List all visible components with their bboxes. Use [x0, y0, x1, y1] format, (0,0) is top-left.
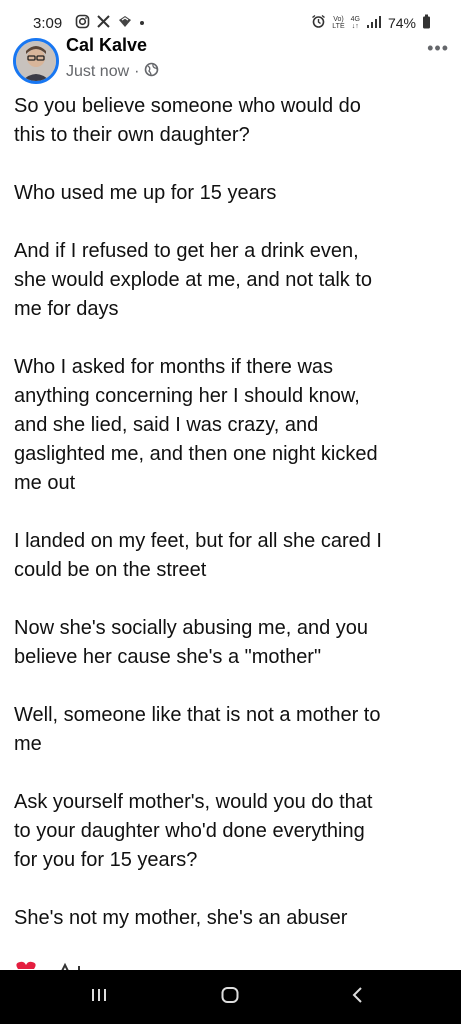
network-4g-label: 4G ↓↑: [351, 16, 360, 30]
post-paragraph: Who I asked for months if there was anyt…: [14, 356, 378, 494]
battery-icon: [422, 14, 431, 32]
network-top-label: Vo): [333, 16, 344, 23]
more-options-button[interactable]: •••: [427, 38, 449, 59]
signal-bars-icon: [366, 15, 382, 32]
globe-icon: [144, 62, 159, 82]
alarm-icon: [311, 14, 326, 32]
heart-reaction-icon: [16, 961, 36, 969]
recent-apps-button[interactable]: [84, 982, 114, 1012]
post-paragraph: I landed on my feet, but for all she car…: [14, 530, 382, 581]
dot-icon: [139, 14, 145, 34]
back-button[interactable]: [343, 982, 373, 1012]
status-time: 3:09: [33, 15, 63, 32]
meta-separator: ·: [134, 63, 140, 80]
post-paragraph: She's not my mother, she's an abuser: [14, 907, 348, 929]
post-timestamp[interactable]: Just now: [66, 63, 129, 81]
status-system-icons: Vo) LTE 4G ↓↑ 74%: [311, 14, 431, 32]
threads-icon: [117, 14, 133, 34]
home-icon: [220, 985, 240, 1010]
post-header: Cal Kalve Just now · •••: [0, 34, 461, 88]
post-meta: Just now ·: [66, 62, 159, 82]
post-paragraph: Now she's socially abusing me, and you b…: [14, 617, 369, 668]
post-paragraph: So you believe someone who would do this…: [14, 95, 361, 146]
instagram-icon: [75, 14, 90, 34]
network-volte-label: Vo) LTE: [332, 16, 344, 30]
signal-bottom-label: ↓↑: [351, 23, 359, 30]
signal-top-label: 4G: [350, 16, 360, 23]
post-paragraph: Well, someone like that is not a mother …: [14, 704, 381, 755]
status-bar: 3:09 Vo) LTE 4G ↓↑ 74%: [0, 0, 461, 34]
post-paragraph: And if I refused to get her a drink even…: [14, 240, 373, 320]
network-bottom-label: LTE: [332, 23, 345, 30]
post-paragraph: Who used me up for 15 years: [14, 182, 277, 204]
battery-percent: 74%: [387, 15, 416, 31]
avatar[interactable]: [13, 38, 59, 84]
author-name[interactable]: Cal Kalve: [66, 35, 147, 56]
post-body: So you believe someone who would do this…: [14, 92, 449, 962]
reactions-row[interactable]: [14, 958, 134, 970]
system-nav-bar: [0, 970, 461, 1024]
x-icon: [96, 14, 111, 34]
status-notification-icons: [75, 14, 145, 34]
back-icon: [349, 986, 367, 1009]
recent-apps-icon: [90, 986, 108, 1009]
post-paragraph: Ask yourself mother's, would you do that…: [14, 791, 373, 871]
home-button[interactable]: [215, 982, 245, 1012]
